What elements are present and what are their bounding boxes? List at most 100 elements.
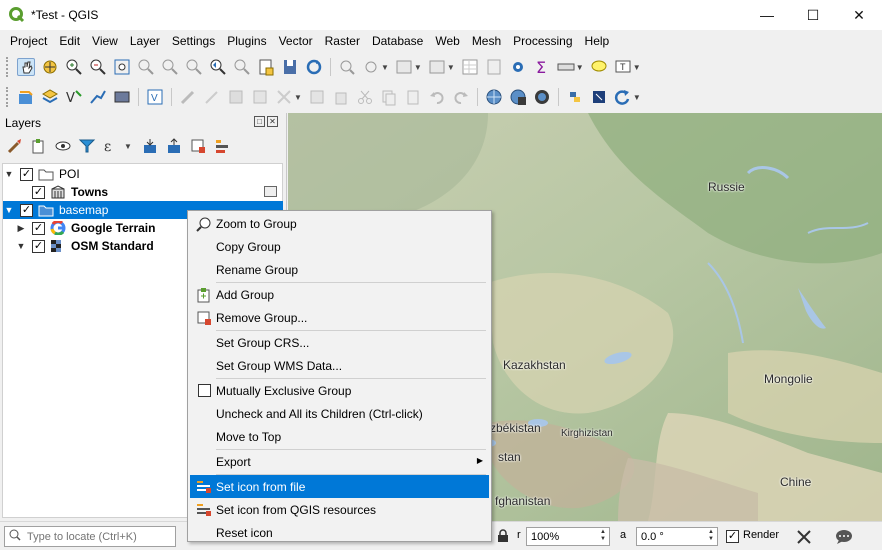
add-virtual-layer-icon[interactable]: V: [146, 88, 164, 106]
data-source-manager-icon[interactable]: [17, 88, 35, 106]
messages-icon[interactable]: [834, 528, 854, 549]
filter-icon[interactable]: [78, 137, 96, 155]
layer-tree-item-poi[interactable]: ▼ ✓ POI: [3, 165, 283, 183]
expand-arrow-icon[interactable]: ▶: [15, 223, 27, 234]
menu-item-zoom-to-group[interactable]: Zoom to Group: [190, 212, 489, 235]
toggle-editing-icon[interactable]: [179, 88, 197, 106]
layer-indicator-icon[interactable]: [264, 186, 277, 197]
menu-item-export[interactable]: Export ▶: [190, 450, 489, 473]
toolbar-grip[interactable]: [6, 87, 11, 107]
add-wms-layer-icon[interactable]: [485, 88, 503, 106]
current-edits-icon[interactable]: [203, 88, 221, 106]
menu-mesh[interactable]: Mesh: [466, 34, 507, 48]
chevron-down-icon[interactable]: ▼: [633, 93, 641, 102]
measure-icon[interactable]: [557, 58, 575, 76]
magnifier-field[interactable]: 100% ▲ ▼: [526, 527, 610, 546]
locator-bar[interactable]: [4, 526, 176, 547]
zoom-selection-icon[interactable]: [137, 58, 155, 76]
identify-icon[interactable]: [338, 58, 356, 76]
chevron-down-icon[interactable]: ▼: [294, 93, 302, 102]
spin-arrows-icon[interactable]: ▲ ▼: [598, 529, 608, 543]
new-layer-icon[interactable]: [41, 88, 59, 106]
filter-expression-icon[interactable]: ε: [102, 137, 120, 155]
zoom-next-icon[interactable]: [233, 58, 251, 76]
chevron-down-icon[interactable]: ▼: [414, 63, 422, 72]
pan-to-selection-icon[interactable]: [41, 58, 59, 76]
menu-web[interactable]: Web: [429, 34, 465, 48]
map-tips-icon[interactable]: [590, 58, 608, 76]
menu-item-set-group-wms[interactable]: Set Group WMS Data...: [190, 354, 489, 377]
modify-attributes-icon[interactable]: [308, 88, 326, 106]
menu-item-remove-group[interactable]: Remove Group...: [190, 306, 489, 329]
layer-order-icon[interactable]: [213, 137, 231, 155]
menu-item-reset-icon[interactable]: Reset icon: [190, 521, 489, 544]
deselect-icon[interactable]: [428, 58, 446, 76]
add-group-icon[interactable]: [30, 137, 48, 155]
python-console-icon[interactable]: [566, 88, 584, 106]
render-checkbox[interactable]: ✓: [726, 530, 739, 543]
undo-icon[interactable]: [428, 88, 446, 106]
menu-item-move-to-top[interactable]: Move to Top: [190, 425, 489, 448]
visibility-checkbox[interactable]: ✓: [20, 167, 33, 181]
close-icon[interactable]: ✕: [836, 0, 882, 30]
copy-features-icon[interactable]: [380, 88, 398, 106]
chevron-down-icon[interactable]: ▼: [576, 63, 584, 72]
collapse-arrow-icon[interactable]: ▼: [3, 169, 15, 179]
zoom-out-icon[interactable]: [89, 58, 107, 76]
add-feature-icon[interactable]: [251, 88, 269, 106]
lock-scale-icon[interactable]: [497, 529, 509, 546]
collapse-arrow-icon[interactable]: ▼: [3, 205, 15, 215]
eye-icon[interactable]: [54, 137, 72, 155]
menu-item-set-icon-from-file[interactable]: Set icon from file: [190, 475, 489, 498]
locate-input[interactable]: [27, 530, 167, 543]
menu-help[interactable]: Help: [579, 34, 616, 48]
menu-item-uncheck-children[interactable]: Uncheck and All its Children (Ctrl-click…: [190, 402, 489, 425]
visibility-checkbox[interactable]: ✓: [20, 203, 33, 217]
menu-settings[interactable]: Settings: [166, 34, 221, 48]
save-edits-icon[interactable]: [227, 88, 245, 106]
menu-project[interactable]: Project: [4, 34, 53, 48]
vertex-tool-icon[interactable]: [275, 88, 293, 106]
refresh-icon[interactable]: [305, 58, 323, 76]
remove-layer-icon[interactable]: [189, 137, 207, 155]
plugin-icon[interactable]: [590, 88, 608, 106]
pan-icon[interactable]: [17, 58, 35, 76]
menu-layer[interactable]: Layer: [124, 34, 166, 48]
new-bookmark-icon[interactable]: [257, 58, 275, 76]
zoom-layer-icon[interactable]: [161, 58, 179, 76]
statistics-icon[interactable]: Σ: [533, 58, 551, 77]
processing-toolbox-icon[interactable]: [509, 58, 527, 76]
maximize-icon[interactable]: ☐: [790, 0, 836, 30]
paste-features-icon[interactable]: [404, 88, 422, 106]
redo-icon[interactable]: [452, 88, 470, 106]
field-calculator-icon[interactable]: [485, 58, 503, 76]
close-panel-icon[interactable]: ✕: [267, 116, 278, 127]
mutually-exclusive-checkbox[interactable]: [198, 384, 211, 397]
zoom-native-icon[interactable]: [185, 58, 203, 76]
add-line-layer-icon[interactable]: [89, 88, 107, 106]
menu-processing[interactable]: Processing: [507, 34, 578, 48]
zoom-in-icon[interactable]: [65, 58, 83, 76]
menu-item-set-icon-from-resources[interactable]: Set icon from QGIS resources: [190, 498, 489, 521]
text-annotation-icon[interactable]: T: [614, 58, 632, 76]
rotation-field[interactable]: 0.0 ° ▲ ▼: [636, 527, 718, 546]
menu-edit[interactable]: Edit: [53, 34, 86, 48]
style-layer-icon[interactable]: [6, 137, 24, 155]
collapse-all-icon[interactable]: [165, 137, 183, 155]
delete-selected-icon[interactable]: [332, 88, 350, 106]
reload-plugin-icon[interactable]: [614, 88, 632, 106]
menu-item-copy-group[interactable]: Copy Group: [190, 235, 489, 258]
zoom-last-icon[interactable]: [209, 58, 227, 76]
chevron-down-icon[interactable]: ▼: [381, 63, 389, 72]
expand-all-icon[interactable]: [141, 137, 159, 155]
minimize-icon[interactable]: —: [744, 0, 790, 30]
menu-item-rename-group[interactable]: Rename Group: [190, 258, 489, 281]
spin-arrows-icon[interactable]: ▲ ▼: [706, 529, 716, 543]
visibility-checkbox[interactable]: ✓: [32, 221, 45, 235]
menu-database[interactable]: Database: [366, 34, 429, 48]
select-features-icon[interactable]: [362, 58, 380, 76]
menu-item-add-group[interactable]: Add Group: [190, 283, 489, 306]
visibility-checkbox[interactable]: ✓: [32, 185, 45, 199]
zoom-full-icon[interactable]: [113, 58, 131, 76]
menu-plugins[interactable]: Plugins: [221, 34, 272, 48]
